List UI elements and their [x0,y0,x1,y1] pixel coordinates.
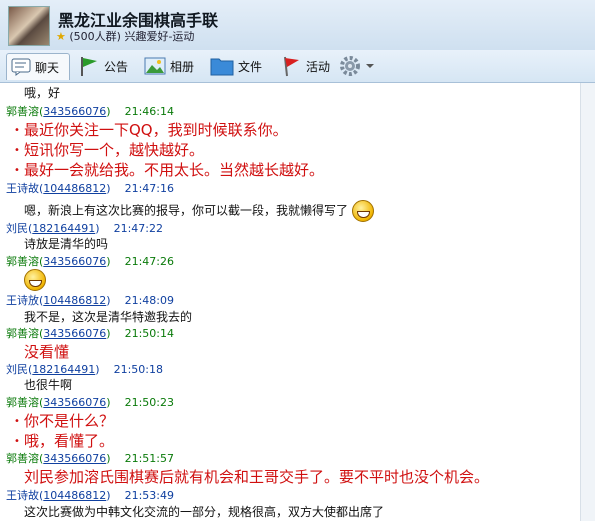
chat-scrollbar[interactable] [580,83,595,521]
message-text: 最近你关注一下QQ，我到时候联系你。 [24,121,288,139]
sender-name: 郭善溶 [6,327,39,340]
message-header: 郭善溶(343566076) 21:50:23 [6,396,174,409]
sender-name: 王诗故 [6,489,39,502]
group-header: 黑龙江业余围棋高手联 ★ (500人群) 兴趣爱好-运动 [0,0,595,50]
sender-name: 王诗故 [6,182,39,195]
group-subtitle-text: (500人群) 兴趣爱好-运动 [69,30,195,43]
message-text: 哦，看懂了。 [24,432,115,450]
message-time: 21:50:14 [124,327,174,340]
sender-name: 刘民 [6,222,28,235]
message-header: 郭善溶(343566076) 21:51:57 [6,452,174,465]
flag-icon [81,57,97,76]
smiley-icon [24,269,46,291]
message-time: 21:48:09 [124,294,174,307]
smiley-icon [351,200,374,222]
sender-qq-link[interactable]: 343566076 [43,452,106,465]
sender-qq-link[interactable]: 343566076 [43,327,106,340]
message-time: 21:50:23 [124,396,174,409]
sender-qq-link[interactable]: 104486812 [43,489,106,502]
message-header: 郭善溶(343566076) 21:50:14 [6,327,174,340]
message-time: 21:46:14 [124,105,174,118]
message-emoji [24,269,46,291]
sender-qq-link[interactable]: 104486812 [43,182,106,195]
message-header: 王诗故(104486812) 21:47:16 [6,182,174,195]
message-text: 这次比赛做为中韩文化交流的一部分，规格很高，双方大使都出席了 [24,505,385,519]
message-time: 21:47:22 [113,222,163,235]
message-header: 郭善溶(343566076) 21:46:14 [6,105,174,118]
folder-icon [210,58,234,76]
message-text: 哦，好 [24,86,61,100]
message-header: 郭善溶(343566076) 21:47:26 [6,255,174,268]
sender-name: 王诗放 [6,294,39,307]
sender-qq-link[interactable]: 104486812 [43,294,106,307]
activity-flag-icon [284,56,299,77]
message-time: 21:47:16 [124,182,174,195]
chevron-down-icon [366,64,374,68]
sender-qq-link[interactable]: 343566076 [43,105,106,118]
message-header: 王诗故(104486812) 21:53:49 [6,489,174,502]
message-text: 你不是什么？ [24,412,115,430]
sender-name: 郭善溶 [6,255,39,268]
message-time: 21:53:49 [124,489,174,502]
sender-qq-link[interactable]: 343566076 [43,396,106,409]
tab-notice-label: 公告 [104,59,129,74]
message-text: 诗放是清华的吗 [24,237,109,251]
chat-history[interactable]: 哦，好 郭善溶(343566076) 21:46:14 • 最近你关注一下QQ，我… [0,83,580,521]
message-header: 刘民(182164491) 21:50:18 [6,363,163,376]
tab-files[interactable]: 文件 [210,53,262,79]
message-header: 刘民(182164491) 21:47:22 [6,222,163,235]
tab-album[interactable]: 相册 [144,53,194,79]
message-text: 短讯你写一个，越快越好。 [24,141,205,159]
tab-album-label: 相册 [170,59,195,74]
tab-activity[interactable]: 活动 [280,53,330,79]
message-header: 王诗放(104486812) 21:48:09 [6,294,174,307]
group-avatar[interactable] [8,6,50,46]
chat-icon [11,58,31,76]
message-text: 嗯，新浪上有这次比赛的报导，你可以截一段，我就懒得写了 [24,200,374,222]
sender-qq-link[interactable]: 182164491 [32,363,95,376]
message-text: 刘民参加溶氏围棋赛后就有机会和王哥交手了。要不平时也没个机会。 [24,468,490,486]
message-text: 没看懂 [24,343,70,361]
star-icon: ★ [56,30,66,43]
message-time: 21:47:26 [124,255,174,268]
tab-notice[interactable]: 公告 [78,53,128,79]
message-text: 我不是，这次是清华特邀我去的 [24,310,193,324]
message-time: 21:51:57 [124,452,174,465]
tab-chat[interactable]: 聊天 [6,53,70,80]
message-time: 21:50:18 [113,363,163,376]
picture-icon [144,57,166,75]
tab-files-label: 文件 [238,59,263,74]
group-subtitle: ★ (500人群) 兴趣爱好-运动 [56,28,194,44]
group-toolbar: 聊天 公告 相册 文件 活动 [0,50,595,83]
sender-name: 刘民 [6,363,28,376]
sender-qq-link[interactable]: 343566076 [43,255,106,268]
sender-qq-link[interactable]: 182164491 [32,222,95,235]
sender-name: 郭善溶 [6,452,39,465]
sender-name: 郭善溶 [6,105,39,118]
settings-menu[interactable] [338,53,378,79]
message-text: 也很牛啊 [24,378,73,392]
tab-activity-label: 活动 [306,59,331,74]
tab-chat-label: 聊天 [35,60,60,75]
message-text: 最好一会就给我。不用太长。当然越长越好。 [24,161,325,179]
gear-icon [340,56,360,76]
sender-name: 郭善溶 [6,396,39,409]
